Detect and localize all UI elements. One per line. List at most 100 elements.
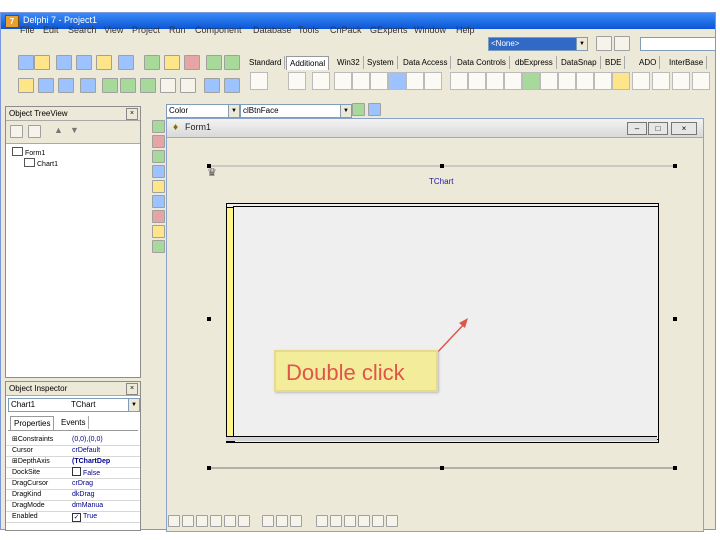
align-top-icon[interactable]	[210, 515, 222, 527]
speedbutton-icon[interactable]	[312, 72, 330, 90]
space-vertical-icon[interactable]	[276, 515, 288, 527]
menu-project[interactable]: Project	[132, 25, 160, 35]
tool-icon[interactable]	[152, 120, 165, 133]
size-icon[interactable]	[368, 103, 381, 116]
space-horizontal-icon[interactable]	[262, 515, 274, 527]
tab-data-controls[interactable]: Data Controls	[454, 56, 510, 69]
checklistbox-icon[interactable]	[468, 72, 486, 90]
open-folder-icon[interactable]	[18, 78, 34, 93]
search-combo[interactable]	[640, 37, 716, 51]
tree-item-chart1[interactable]: Chart1	[24, 158, 58, 169]
toggle-form-unit-icon[interactable]	[80, 78, 96, 93]
appevents-icon[interactable]	[540, 72, 558, 90]
maskedit-icon[interactable]	[334, 72, 352, 90]
tool-icon[interactable]	[152, 240, 165, 253]
tool-icon[interactable]	[152, 225, 165, 238]
value-combo[interactable]: clBtnFace ▼	[240, 104, 352, 118]
drawgrid-icon[interactable]	[370, 72, 388, 90]
grid-icon[interactable]	[344, 515, 356, 527]
new-icon[interactable]	[18, 55, 34, 70]
new-form-icon[interactable]	[206, 55, 222, 70]
save-row2-icon[interactable]	[38, 78, 54, 93]
open-icon[interactable]	[34, 55, 50, 70]
trace-into-icon[interactable]	[204, 78, 220, 93]
tab-data-access[interactable]: Data Access	[400, 56, 452, 69]
property-value[interactable]: crDrag	[72, 478, 134, 489]
tool-icon[interactable]	[152, 210, 165, 223]
actiontoolbar-icon[interactable]	[672, 72, 690, 90]
minimize-icon[interactable]: –	[627, 122, 647, 135]
form1-title-bar[interactable]: ♦ Form1 – □ ×	[167, 119, 703, 138]
labelededit-icon[interactable]	[576, 72, 594, 90]
add-file-icon[interactable]	[224, 55, 240, 70]
tab-dbexpress[interactable]: dbExpress	[512, 56, 557, 69]
tab-bde[interactable]: BDE	[602, 56, 626, 69]
open-project-icon[interactable]	[96, 55, 112, 70]
scrollbox-icon[interactable]	[450, 72, 468, 90]
align-icon[interactable]	[352, 103, 365, 116]
new-item-icon[interactable]	[10, 125, 23, 138]
menu-cnpack[interactable]: CnPack	[330, 25, 362, 35]
property-value[interactable]: dkDrag	[72, 489, 134, 500]
resize-handle[interactable]	[207, 466, 211, 470]
resize-handle[interactable]	[673, 317, 677, 321]
menu-file[interactable]: File	[20, 25, 35, 35]
menu-window[interactable]: Window	[414, 25, 446, 35]
stringgrid-icon[interactable]	[352, 72, 370, 90]
splitter-icon[interactable]	[486, 72, 504, 90]
resize-handle[interactable]	[673, 466, 677, 470]
save-icon[interactable]	[56, 55, 72, 70]
resize-handle[interactable]	[440, 164, 444, 168]
property-combo[interactable]: Color ▼	[166, 104, 240, 118]
tab-system[interactable]: System	[364, 56, 398, 69]
view-unit-icon[interactable]	[118, 55, 134, 70]
statictext-icon[interactable]	[504, 72, 522, 90]
save-all-icon[interactable]	[76, 55, 92, 70]
pause-icon[interactable]	[160, 78, 176, 93]
property-value[interactable]: (0,0),(0,0)	[72, 434, 134, 445]
close-icon[interactable]: ×	[126, 383, 138, 395]
save-desktop-icon[interactable]	[596, 36, 612, 51]
tool-icon[interactable]	[152, 165, 165, 178]
menu-view[interactable]: View	[104, 25, 123, 35]
project-manager-icon[interactable]	[102, 78, 118, 93]
menu-gexperts[interactable]: GExperts	[370, 25, 408, 35]
tab-events[interactable]: Events	[58, 416, 90, 429]
menu-database[interactable]: Database	[253, 25, 292, 35]
align-left-icon[interactable]	[168, 515, 180, 527]
tab-additional[interactable]: Additional	[286, 56, 330, 70]
close-icon[interactable]: ×	[671, 122, 697, 135]
step-over-icon[interactable]	[224, 78, 240, 93]
units-icon[interactable]	[144, 55, 160, 70]
actionmanager-icon[interactable]	[632, 72, 650, 90]
arrow-down-icon[interactable]: ▼	[70, 125, 79, 135]
tab-win32[interactable]: Win32	[334, 56, 364, 69]
chevron-down-icon[interactable]: ▼	[340, 105, 351, 117]
property-value[interactable]: ✓ True	[72, 511, 134, 522]
property-value[interactable]: (TChartDep	[72, 456, 134, 467]
resize-handle[interactable]	[440, 466, 444, 470]
tool-icon[interactable]	[152, 180, 165, 193]
controlbar-icon[interactable]	[522, 72, 540, 90]
menu-edit[interactable]: Edit	[43, 25, 59, 35]
shape-icon[interactable]	[406, 72, 424, 90]
chevron-down-icon[interactable]: ▼	[228, 105, 239, 117]
view-form-icon[interactable]	[58, 78, 74, 93]
step-icon[interactable]	[180, 78, 196, 93]
menu-help[interactable]: Help	[456, 25, 475, 35]
bring-front-icon[interactable]	[316, 515, 328, 527]
align-center-icon[interactable]	[182, 515, 194, 527]
tab-properties[interactable]: Properties	[10, 416, 55, 430]
tab-datasnap[interactable]: DataSnap	[558, 56, 601, 69]
actionmainmenubar-icon[interactable]	[652, 72, 670, 90]
align-middle-icon[interactable]	[224, 515, 236, 527]
checkbox-checked-icon[interactable]: ✓	[72, 513, 81, 522]
tool-icon[interactable]	[152, 135, 165, 148]
image-icon[interactable]	[388, 72, 406, 90]
bevel-icon[interactable]	[424, 72, 442, 90]
tab-interbase[interactable]: InterBase	[666, 56, 708, 69]
tool-icon[interactable]	[152, 195, 165, 208]
tab-ado[interactable]: ADO	[636, 56, 661, 69]
menu-run[interactable]: Run	[169, 25, 186, 35]
chevron-down-icon[interactable]: ▼	[128, 399, 139, 411]
